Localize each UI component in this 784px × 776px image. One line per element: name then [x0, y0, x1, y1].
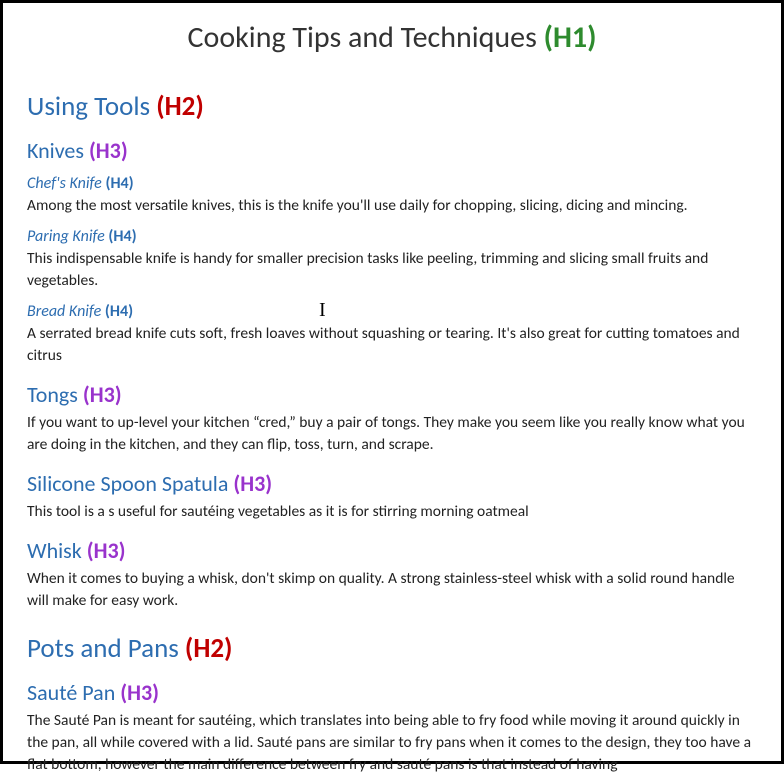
heading-3-saute-pan: Sauté Pan (H3)	[27, 679, 757, 706]
body-text[interactable]: This indispensable knife is handy for sm…	[27, 248, 757, 292]
body-text[interactable]: The Sauté Pan is meant for sautéing, whi…	[27, 710, 757, 776]
h3-text: Sauté Pan	[27, 679, 115, 706]
h2-text: Pots and Pans	[27, 632, 179, 665]
h4-text: Chef's Knife	[27, 174, 102, 193]
heading-2-using-tools: Using Tools (H2)	[27, 90, 757, 123]
body-text[interactable]: A serrated bread knife cuts soft, fresh …	[27, 323, 757, 367]
heading-3-whisk: Whisk (H3)	[27, 537, 757, 564]
h3-tag: (H3)	[89, 137, 128, 164]
heading-3-knives: Knives (H3)	[27, 137, 757, 164]
h4-text: Bread Knife	[27, 302, 101, 321]
body-text[interactable]: When it comes to buying a whisk, don't s…	[27, 568, 757, 612]
h3-tag: (H3)	[120, 679, 159, 706]
heading-4-chefs-knife: Chef's Knife (H4)	[27, 174, 757, 193]
body-text[interactable]: If you want to up-level your kitchen “cr…	[27, 412, 757, 456]
h3-text: Silicone Spoon Spatula	[27, 470, 228, 497]
h3-tag: (H3)	[233, 470, 272, 497]
heading-1: Cooking Tips and Techniques (H1)	[27, 19, 757, 56]
h3-tag: (H3)	[83, 381, 122, 408]
h3-tag: (H3)	[87, 537, 126, 564]
h1-tag: (H1)	[544, 19, 597, 56]
h2-text: Using Tools	[27, 90, 150, 123]
h2-tag: (H2)	[156, 90, 204, 123]
heading-2-pots-and-pans: Pots and Pans (H2)	[27, 632, 757, 665]
h3-text: Knives	[27, 137, 84, 164]
heading-3-spatula: Silicone Spoon Spatula (H3)	[27, 470, 757, 497]
h3-text: Whisk	[27, 537, 82, 564]
heading-4-bread-knife: Bread Knife (H4)	[27, 302, 757, 321]
h4-text: Paring Knife	[27, 227, 105, 246]
h4-tag: (H4)	[105, 302, 133, 321]
body-text[interactable]: This tool is a s useful for sautéing veg…	[27, 501, 757, 523]
heading-4-paring-knife: Paring Knife (H4)	[27, 227, 757, 246]
heading-3-tongs: Tongs (H3)	[27, 381, 757, 408]
h4-tag: (H4)	[105, 174, 133, 193]
h2-tag: (H2)	[185, 632, 233, 665]
body-text[interactable]: Among the most versatile knives, this is…	[27, 195, 757, 217]
h3-text: Tongs	[27, 381, 78, 408]
h4-tag: (H4)	[108, 227, 136, 246]
h1-text: Cooking Tips and Techniques	[188, 19, 537, 56]
